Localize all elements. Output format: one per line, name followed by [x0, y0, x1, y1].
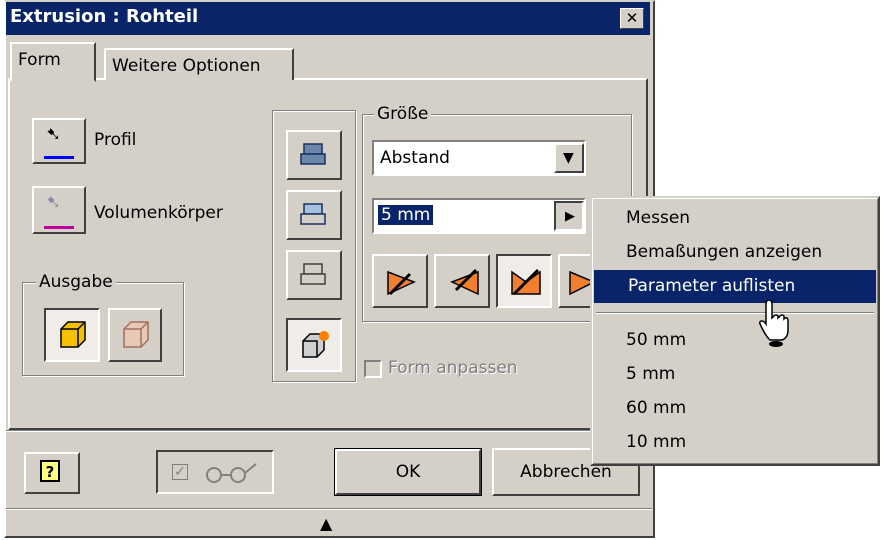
dialog-title: Extrusion : Rohteil [10, 6, 199, 27]
cut-icon [300, 203, 326, 225]
distance-menu-button[interactable]: ▶ [554, 201, 584, 231]
distance-context-menu: Messen Bemaßungen anzeigen Parameter auf… [590, 196, 880, 466]
chevron-down-icon: ▼ [563, 150, 574, 166]
direction-symmetric-icon [511, 268, 541, 296]
extents-value: Abstand [380, 148, 450, 168]
close-button[interactable]: ✕ [620, 8, 644, 29]
ok-button[interactable]: OK [335, 449, 481, 495]
extents-dropdown[interactable]: Abstand ▼ [372, 140, 586, 176]
cursor-arrow-icon: ➷ [46, 124, 62, 145]
separator [6, 508, 652, 510]
menu-item-bemassungen-anzeigen[interactable]: Bemaßungen anzeigen [592, 236, 878, 269]
hand-cursor-icon [759, 300, 789, 347]
menu-item-parameter-auflisten[interactable]: Parameter auflisten [594, 270, 876, 303]
preview-toggle[interactable]: ✓ [156, 450, 274, 494]
profil-color-line [44, 156, 74, 159]
menu-item-value[interactable]: 10 mm [592, 426, 878, 459]
distance-input[interactable]: 5 mm ▶ [372, 198, 586, 234]
direction-symmetric-button[interactable] [496, 254, 552, 308]
ok-button-frame: OK [334, 448, 482, 496]
surface-cube-icon [123, 321, 149, 348]
separator [6, 430, 652, 432]
expand-arrow-icon[interactable]: ▲ [320, 514, 332, 533]
profil-label: Profil [94, 130, 137, 150]
help-icon: ? [40, 460, 60, 482]
output-surface-button[interactable] [108, 308, 162, 362]
menu-item-messen[interactable]: Messen [592, 202, 878, 235]
extents-dropdown-arrow[interactable]: ▼ [554, 143, 584, 173]
new-solid-icon [302, 331, 329, 358]
menu-item-value[interactable]: 60 mm [592, 392, 878, 425]
tab-weitere-optionen[interactable]: Weitere Optionen [104, 48, 294, 80]
volumenkoerper-select-button[interactable]: ➷ [32, 186, 86, 234]
checkmark-icon: ✓ [172, 464, 188, 480]
new-solid-button[interactable] [286, 318, 342, 372]
operation-join-button[interactable] [286, 130, 342, 180]
intersect-icon [300, 263, 326, 285]
volumenkoerper-label: Volumenkörper [94, 203, 223, 223]
ausgabe-legend: Ausgabe [36, 272, 116, 292]
groesse-legend: Größe [374, 104, 432, 124]
volumen-color-line [44, 226, 74, 229]
help-button[interactable]: ? [24, 452, 80, 494]
profil-select-button[interactable]: ➷ [32, 118, 86, 164]
join-icon [300, 143, 326, 165]
tab-form[interactable]: Form [10, 42, 96, 82]
glasses-icon [206, 463, 257, 483]
form-anpassen-label: Form anpassen [388, 358, 518, 378]
form-anpassen-checkbox[interactable] [364, 360, 382, 378]
output-solid-button[interactable] [44, 308, 100, 362]
menu-item-value[interactable]: 5 mm [592, 358, 878, 391]
direction-2-button[interactable] [434, 254, 490, 308]
cursor-arrow-icon: ➷ [46, 192, 62, 213]
direction-1-button[interactable] [372, 254, 428, 308]
direction-1-icon [387, 270, 416, 296]
chevron-right-icon: ▶ [565, 209, 575, 224]
operation-intersect-button[interactable] [286, 250, 342, 300]
menu-separator [596, 312, 874, 314]
operation-cut-button[interactable] [286, 190, 342, 240]
distance-value: 5 mm [378, 205, 434, 225]
solid-cube-icon [60, 321, 86, 348]
direction-2-icon [450, 268, 479, 296]
menu-item-value[interactable]: 50 mm [592, 324, 878, 357]
